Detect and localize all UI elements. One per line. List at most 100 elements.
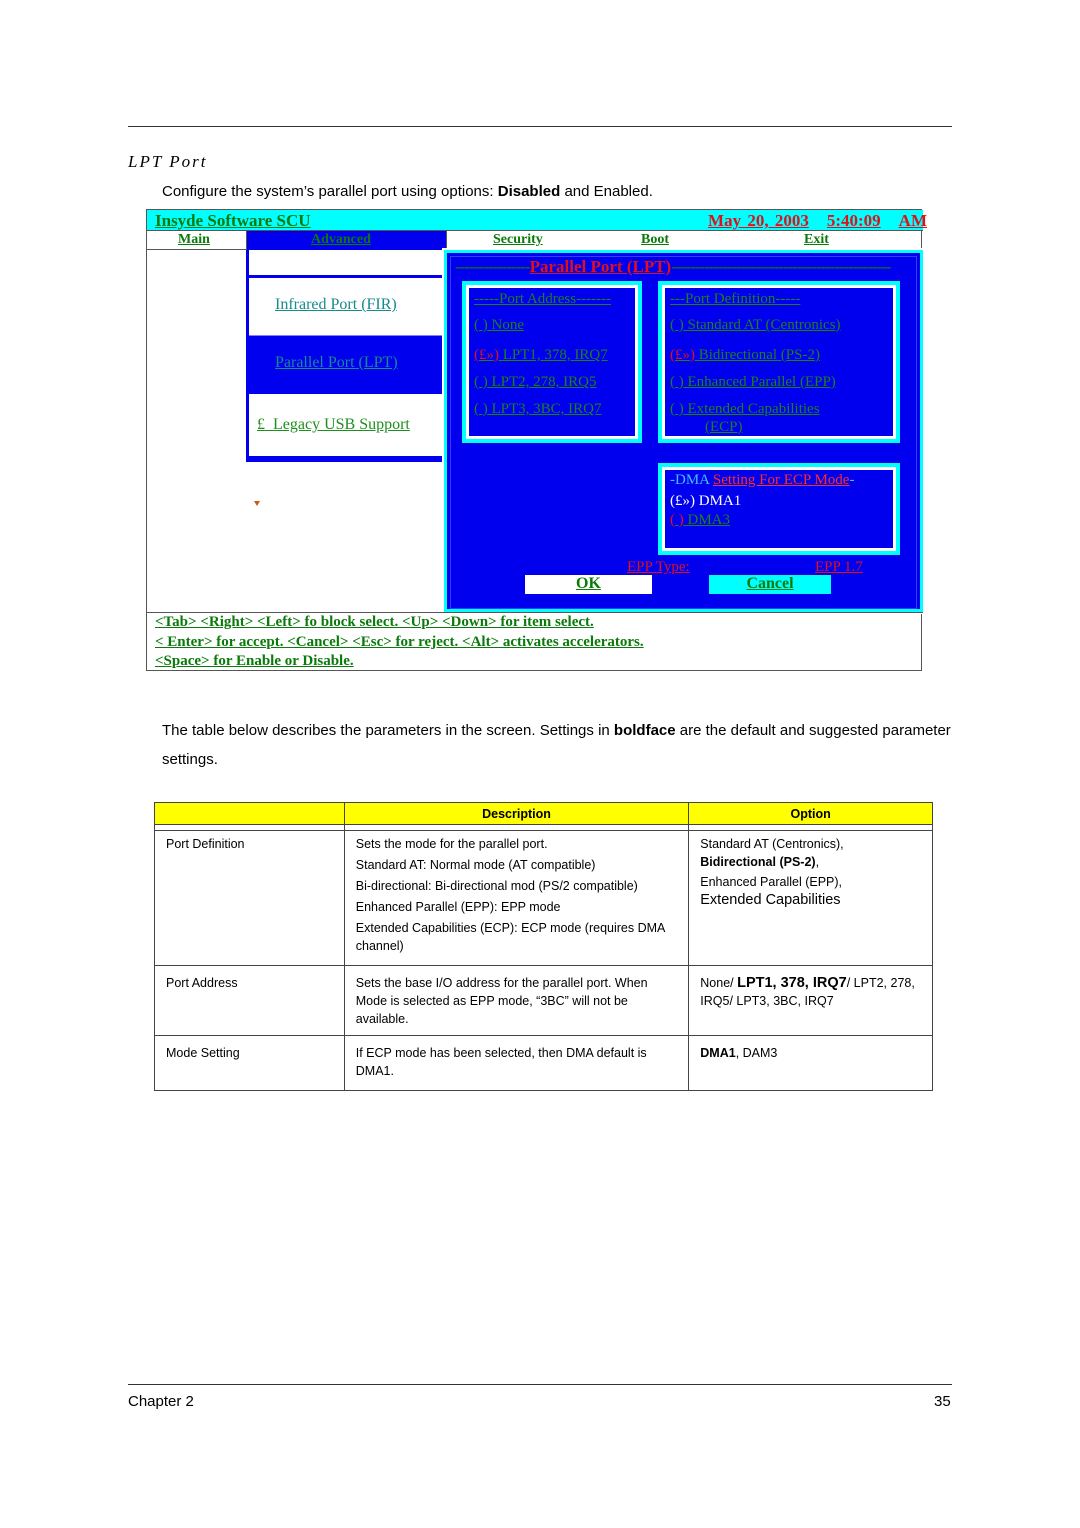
dma-option-dma3[interactable]: ( ) DMA3	[670, 512, 730, 529]
parameter-cell: Port Definition	[154, 830, 345, 966]
submenu-item-label: Legacy USB Support	[273, 416, 410, 433]
option-label: Enhanced Parallel (EPP)	[683, 374, 836, 390]
parameter-cell: Mode Setting	[154, 1035, 345, 1091]
ok-button[interactable]: OK	[525, 575, 652, 594]
submenu-item-legacy-usb[interactable]: £ Legacy USB Support	[249, 394, 445, 454]
help-line: < Enter> for accept. <Cancel> <Esc> for …	[155, 634, 644, 650]
port-definition-option-epp[interactable]: ( ) Enhanced Parallel (EPP)	[670, 374, 836, 391]
bios-title-bar: Insyde Software SCU May 20, 2003 5:40:09 A…	[147, 210, 927, 231]
port-address-group: -----Port Address------- ( ) None (£») L…	[462, 281, 642, 443]
option-cell: DMA1, DAM3	[688, 1035, 933, 1091]
submenu-border	[249, 456, 445, 459]
table-row: Port Definition Sets the mode for the pa…	[154, 830, 933, 966]
port-definition-group: ---Port Definition----- ( ) Standard AT …	[658, 281, 900, 443]
option-text: , DAM3	[735, 1046, 778, 1060]
option-label: Standard AT (Centronics)	[683, 317, 841, 333]
radio-selected-icon: (£»)	[670, 347, 695, 363]
parameter-cell: Port Address	[154, 965, 345, 1036]
option-text: None/	[700, 976, 738, 990]
checkbox-icon: £	[257, 416, 265, 433]
description-line: Standard AT: Normal mode (AT compatible)	[355, 858, 596, 872]
dma-header-suffix: -	[849, 472, 855, 488]
port-address-option-none[interactable]: ( ) None	[474, 317, 524, 334]
column-header-parameter	[154, 802, 345, 825]
table-header-row: Description Option	[154, 802, 933, 825]
bios-screen: Insyde Software SCU May 20, 2003 5:40:09 A…	[146, 209, 927, 671]
parameters-table: Description Option Port Definition Sets …	[154, 802, 933, 1091]
port-definition-header: ---Port Definition-----	[670, 291, 801, 307]
option-bold: Bidirectional (PS-2)	[700, 855, 816, 869]
title-dashes: ----------------	[455, 257, 531, 276]
dialog-title-text: Parallel Port (LPT)	[529, 257, 672, 276]
menu-boot[interactable]: Boot	[641, 232, 669, 248]
help-line: <Space> for Enable or Disable.	[155, 653, 354, 669]
description-cell: If ECP mode has been selected, then DMA …	[343, 1035, 690, 1091]
paragraph-text: The table below describes the parameters…	[162, 722, 614, 739]
menu-advanced[interactable]: Advanced	[246, 231, 446, 250]
time: 5:40:09	[826, 211, 881, 230]
port-address-header: -----Port Address-------	[474, 291, 612, 307]
epp-type-value[interactable]: EPP 1.7	[815, 559, 863, 576]
radio-icon: ( )	[474, 317, 488, 333]
port-address-option-lpt2[interactable]: ( ) LPT2, 278, IRQ5	[474, 374, 597, 391]
option-cell: Standard AT (Centronics), Bidirectional …	[688, 830, 933, 966]
submenu-item-infrared[interactable]: Infrared Port (FIR)	[249, 278, 445, 336]
description-cell: Sets the base I/O address for the parall…	[343, 965, 690, 1036]
ampm: AM	[898, 211, 927, 230]
dma-setting-header: -DMA Setting For ECP Mode-	[670, 472, 854, 489]
radio-icon: ( )	[474, 401, 488, 417]
menu-exit[interactable]: Exit	[804, 232, 829, 248]
menu-main[interactable]: Main	[178, 232, 210, 248]
parallel-port-dialog: ----------------Parallel Port (LPT)-----…	[442, 248, 925, 614]
intro-bold: Disabled	[497, 183, 561, 200]
port-definition-option-ecp[interactable]: ( ) Extended Capabilities	[670, 401, 820, 418]
radio-icon: ( )	[670, 317, 684, 333]
option-cell: None/ LPT1, 378, IRQ7/ LPT2, 278, IRQ5/ …	[688, 965, 933, 1036]
cursor-marker-icon	[254, 501, 260, 506]
description-line: Bi-directional: Bi-directional mod (PS/2…	[355, 879, 638, 893]
menu-security[interactable]: Security	[493, 232, 543, 248]
radio-selected-icon: (£»)	[670, 493, 695, 509]
dma-setting-group: -DMA Setting For ECP Mode- (£») DMA1 ( )…	[658, 463, 900, 555]
port-definition-option-bidirectional[interactable]: (£») Bidirectional (PS-2)	[670, 347, 820, 364]
radio-icon: ( )	[670, 512, 684, 528]
option-bold: DMA1	[700, 1046, 736, 1060]
app-title: Insyde Software SCU	[155, 211, 311, 230]
port-definition-ecp-continuation: (ECP)	[705, 419, 743, 435]
table-row: Mode Setting If ECP mode has been select…	[154, 1035, 933, 1091]
option-line: Standard AT (Centronics),	[700, 837, 844, 851]
footer-page-number: 35	[934, 1393, 951, 1410]
menu-divider	[446, 231, 447, 250]
cancel-button[interactable]: Cancel	[709, 575, 831, 594]
help-line: <Tab> <Right> <Left> fo block select. <U…	[155, 614, 594, 630]
radio-icon: ( )	[670, 401, 684, 417]
footer-chapter: Chapter 2	[128, 1393, 194, 1410]
option-bold: LPT1, 378, IRQ7	[737, 975, 847, 991]
epp-type-label: EPP Type:	[627, 559, 690, 575]
menu-advanced-label: Advanced	[311, 232, 371, 247]
date: May 20, 2003	[708, 211, 809, 230]
description-line: Extended Capabilities (ECP): ECP mode (r…	[355, 921, 665, 953]
radio-icon: ( )	[670, 374, 684, 390]
option-label: LPT2, 278, IRQ5	[487, 374, 597, 390]
option-label: DMA3	[683, 512, 731, 528]
description-cell: Sets the mode for the parallel port. Sta…	[343, 830, 690, 966]
header-rule	[128, 126, 952, 127]
option-label: Extended Capabilities	[683, 401, 820, 417]
dma-option-dma1[interactable]: (£») DMA1	[670, 493, 741, 510]
column-header-option: Option	[688, 802, 933, 825]
section-title: LPT Port	[128, 152, 208, 171]
port-address-option-lpt1[interactable]: (£») LPT1, 378, IRQ7	[474, 347, 608, 364]
port-address-option-lpt3[interactable]: ( ) LPT3, 3BC, IRQ7	[474, 401, 602, 418]
radio-selected-icon: (£»)	[474, 347, 499, 363]
dialog-title: ----------------Parallel Port (LPT)-----…	[455, 257, 921, 277]
table-intro-paragraph: The table below describes the parameters…	[162, 716, 952, 774]
option-line: Bidirectional (PS-2),	[700, 853, 922, 871]
intro-text-part: Configure the system’s parallel port usi…	[162, 183, 498, 200]
option-label: Bidirectional (PS-2)	[695, 347, 820, 363]
dma-header-text: Setting For ECP Mode	[712, 472, 850, 488]
submenu-item-parallel-port[interactable]: Parallel Port (LPT)	[249, 336, 445, 394]
description-line: Enhanced Parallel (EPP): EPP mode	[355, 900, 561, 914]
port-definition-option-standard[interactable]: ( ) Standard AT (Centronics)	[670, 317, 841, 334]
option-label: DMA1	[695, 493, 742, 509]
